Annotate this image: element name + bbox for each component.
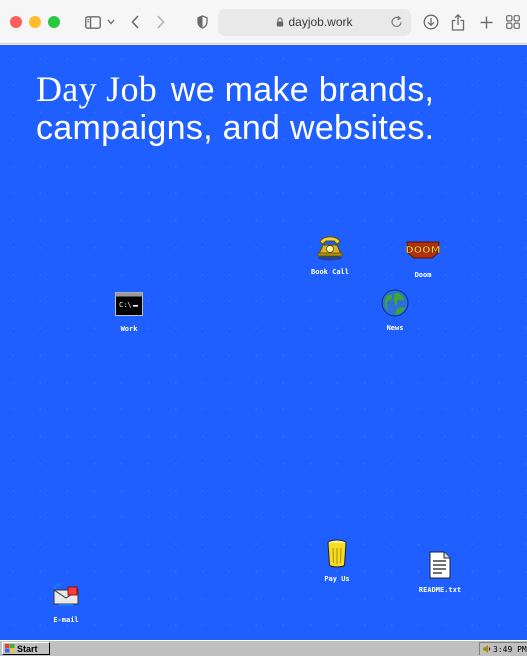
tab-overview-icon (506, 15, 520, 29)
globe-icon (378, 286, 412, 320)
browser-toolbar: dayjob.work (0, 0, 527, 44)
desktop-icon-news[interactable]: News (360, 286, 430, 332)
back-icon (131, 15, 139, 29)
telephone-icon (313, 230, 347, 264)
new-tab-button[interactable] (476, 9, 496, 35)
back-button[interactable] (126, 9, 144, 35)
close-window-button[interactable] (10, 16, 22, 28)
lock-icon (277, 17, 284, 27)
svg-text:DOOM: DOOM (406, 245, 440, 256)
doom-icon: DOOM (406, 233, 440, 267)
desktop-icon-work[interactable]: C:\ Work (94, 287, 164, 333)
windows-logo-icon (5, 644, 15, 653)
start-button[interactable]: Start (2, 642, 50, 655)
sidebar-toggle-button[interactable] (82, 9, 104, 35)
desktop: Day Job we make brands, campaigns, and w… (0, 45, 527, 640)
hero-headline: Day Job we make brands, campaigns, and w… (36, 70, 516, 147)
share-icon (451, 13, 465, 31)
forward-icon (157, 15, 165, 29)
command-prompt-icon: C:\ (112, 287, 146, 321)
email-icon (49, 578, 83, 612)
start-label: Start (17, 643, 38, 654)
clock: 3:49 PM (493, 644, 527, 654)
desktop-icon-email[interactable]: E-mail (31, 578, 101, 624)
brand-name: Day Job (36, 69, 158, 109)
address-bar[interactable]: dayjob.work (218, 9, 411, 36)
sidebar-icon (85, 15, 101, 29)
forward-button[interactable] (152, 9, 170, 35)
zoom-window-button[interactable] (48, 16, 60, 28)
desktop-icon-book-call[interactable]: Book Call (295, 230, 365, 276)
text-file-icon (423, 548, 457, 582)
tab-overview-button[interactable] (503, 9, 523, 35)
svg-text:C:\: C:\ (119, 301, 132, 309)
reload-icon[interactable] (391, 15, 403, 28)
trash-can-icon (320, 537, 354, 571)
desktop-icon-readme[interactable]: README.txt (405, 548, 475, 594)
share-button[interactable] (448, 9, 468, 35)
speaker-icon[interactable] (483, 645, 491, 653)
privacy-report-button[interactable] (193, 9, 211, 35)
chevron-down-icon (107, 19, 115, 25)
shield-icon (196, 15, 208, 29)
minimize-window-button[interactable] (29, 16, 41, 28)
taskbar: Start 3:49 PM (0, 640, 527, 656)
system-tray: 3:49 PM (479, 642, 527, 655)
downloads-button[interactable] (421, 9, 441, 35)
desktop-icon-doom[interactable]: DOOM Doom (388, 233, 458, 279)
desktop-icon-pay-us[interactable]: Pay Us (302, 537, 372, 583)
new-tab-icon (480, 16, 492, 28)
tab-group-menu-button[interactable] (105, 9, 117, 35)
download-icon (423, 14, 439, 30)
url-text: dayjob.work (288, 15, 353, 29)
